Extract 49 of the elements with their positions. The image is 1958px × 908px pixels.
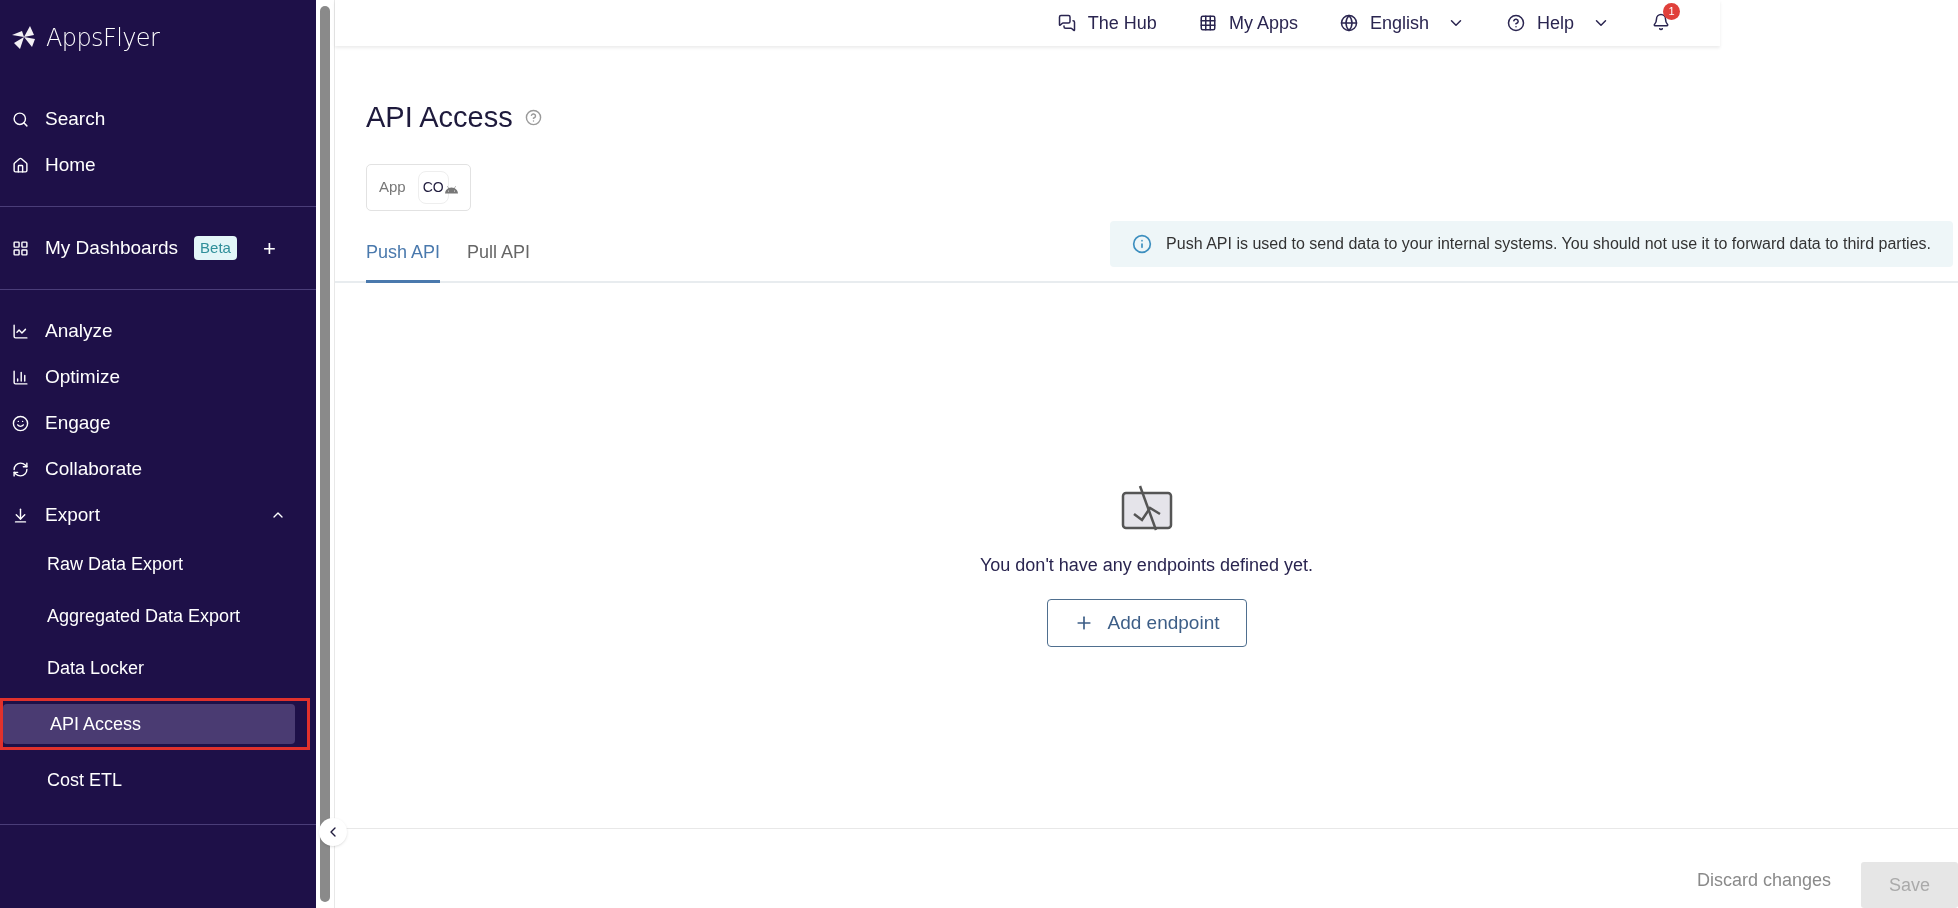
sidebar-subitem[interactable]: Aggregated Data Export: [0, 596, 316, 636]
top-bar-link[interactable]: My Apps: [1198, 9, 1298, 37]
line-chart-icon: [12, 322, 29, 340]
collapse-sidebar-button[interactable]: [319, 818, 347, 846]
scrollbar-thumb[interactable]: [320, 6, 330, 902]
sync-icon: [12, 460, 29, 478]
sidebar-item[interactable]: Search: [0, 96, 316, 142]
grid-icon: [12, 239, 29, 257]
help-icon[interactable]: [524, 109, 542, 127]
sidebar-item[interactable]: My Dashboards Beta +: [0, 225, 316, 271]
home-icon: [12, 156, 29, 174]
top-bar-link[interactable]: English: [1339, 9, 1465, 37]
beta-badge: Beta: [194, 235, 237, 261]
smiley-icon: [12, 414, 29, 432]
help-icon: [1506, 14, 1525, 32]
chat-icon: [1057, 14, 1076, 32]
empty-state-message: You don't have any endpoints defined yet.: [979, 553, 1313, 577]
sidebar-item[interactable]: Optimize: [0, 354, 316, 400]
page-title: API Access: [366, 100, 513, 135]
sidebar-subitem[interactable]: Data Locker: [0, 648, 316, 688]
notifications-button[interactable]: 1: [1652, 3, 1680, 33]
download-icon: [12, 506, 29, 524]
sidebar-subitem[interactable]: API Access: [3, 704, 295, 744]
sidebar-item[interactable]: Engage: [0, 400, 316, 446]
empty-chart-icon: [1119, 483, 1174, 532]
top-bar-link[interactable]: The Hub: [1057, 9, 1157, 37]
apps-grid-icon: [1198, 14, 1217, 32]
tab[interactable]: Pull API: [467, 228, 531, 283]
add-endpoint-button[interactable]: Add endpoint: [1046, 598, 1247, 647]
globe-icon: [1339, 14, 1358, 32]
info-icon: [1132, 233, 1153, 254]
search-icon: [12, 110, 29, 128]
bell-icon: [1652, 13, 1670, 31]
sidebar-subitem[interactable]: Cost ETL: [0, 760, 316, 800]
bar-chart-icon: [12, 368, 29, 386]
logo-text: AppsFlyer: [46, 23, 160, 54]
info-banner: Push API is used to send data to your internal systems. You should not use it to forward data to third parties.: [1110, 220, 1953, 267]
sidebar-item[interactable]: Analyze: [0, 308, 316, 354]
sidebar-subitem[interactable]: Raw Data Export: [0, 544, 316, 584]
app-selector[interactable]: App CO: [366, 163, 471, 211]
add-dashboard-button[interactable]: +: [262, 231, 276, 265]
tab[interactable]: Push API: [366, 228, 441, 283]
discard-changes-button[interactable]: Discard changes: [1696, 867, 1831, 894]
notification-count: 1: [1663, 3, 1680, 20]
top-bar-link[interactable]: Help: [1506, 9, 1610, 37]
sidebar-item[interactable]: Export: [0, 492, 316, 538]
butterfly-logo-icon: [10, 25, 38, 51]
sidebar-item[interactable]: Collaborate: [0, 446, 316, 492]
sidebar-item[interactable]: Home: [0, 142, 316, 188]
